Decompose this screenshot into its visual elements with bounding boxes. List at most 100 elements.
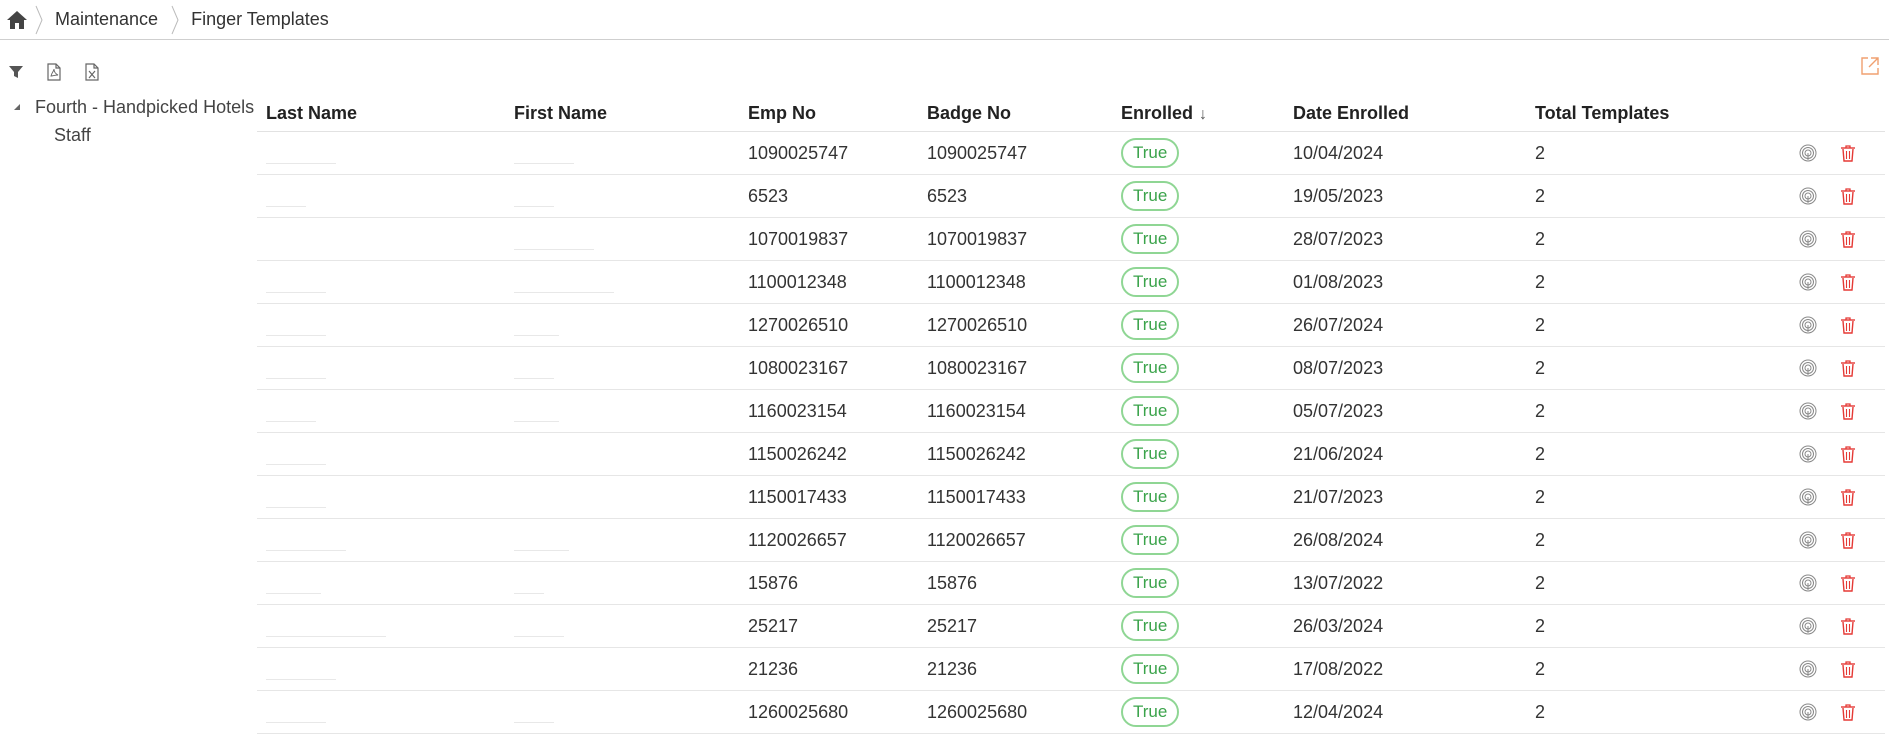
enrolled-badge: True — [1121, 310, 1180, 340]
cell-badge-no: 1120026657 — [927, 529, 1026, 550]
enrolled-badge: True — [1121, 181, 1180, 211]
table-row[interactable]: 1160023154 1160023154 True 05/07/2023 2 — [257, 390, 1885, 433]
tree-node-staff[interactable]: Staff — [0, 120, 254, 150]
delete-button[interactable] — [1838, 185, 1858, 207]
view-fingerprint-button[interactable] — [1798, 142, 1818, 164]
cell-date-enrolled: 05/07/2023 — [1293, 400, 1384, 421]
view-fingerprint-button[interactable] — [1798, 271, 1818, 293]
breadcrumb-separator — [170, 0, 180, 39]
delete-button[interactable] — [1838, 572, 1858, 594]
table-row[interactable]: 1150026242 1150026242 True 21/06/2024 2 — [257, 433, 1885, 476]
table-row[interactable]: 1150017433 1150017433 True 21/07/2023 2 — [257, 476, 1885, 519]
cell-badge-no: 1270026510 — [927, 314, 1028, 335]
cell-actions — [1788, 443, 1885, 465]
view-fingerprint-button[interactable] — [1798, 357, 1818, 379]
excel-export-icon — [85, 63, 99, 81]
cell-first-name — [505, 648, 739, 690]
delete-button[interactable] — [1838, 228, 1858, 250]
cell-actions — [1788, 228, 1885, 250]
view-fingerprint-button[interactable] — [1798, 486, 1818, 508]
delete-button[interactable] — [1838, 400, 1858, 422]
column-header-first-name[interactable]: First Name — [505, 103, 739, 124]
column-header-date-enrolled[interactable]: Date Enrolled — [1284, 103, 1526, 124]
breadcrumb-maintenance[interactable]: Maintenance — [44, 9, 170, 30]
cell-emp-no: 25217 — [748, 615, 799, 636]
popout-button[interactable] — [1860, 56, 1882, 78]
filter-button[interactable] — [6, 62, 26, 82]
cell-actions — [1788, 400, 1885, 422]
table-row[interactable]: 1120026657 1120026657 True 26/08/2024 2 — [257, 519, 1885, 562]
column-header-badge-no[interactable]: Badge No — [918, 103, 1112, 124]
cell-first-name — [505, 433, 739, 475]
column-header-enrolled[interactable]: Enrolled ↓ — [1112, 103, 1284, 124]
view-fingerprint-button[interactable] — [1798, 314, 1818, 336]
view-fingerprint-button[interactable] — [1798, 185, 1818, 207]
table-row[interactable]: 6523 6523 True 19/05/2023 2 — [257, 175, 1885, 218]
delete-button[interactable] — [1838, 357, 1858, 379]
export-pdf-button[interactable] — [44, 62, 64, 82]
tree-collapse-toggle[interactable] — [6, 103, 28, 111]
trash-icon — [1841, 274, 1855, 291]
view-fingerprint-button[interactable] — [1798, 443, 1818, 465]
cell-last-name — [257, 476, 505, 518]
finger-templates-grid: Last Name First Name Emp No Badge No Enr… — [257, 96, 1885, 752]
delete-button[interactable] — [1838, 486, 1858, 508]
delete-button[interactable] — [1838, 701, 1858, 723]
fingerprint-icon — [1799, 144, 1817, 162]
cell-last-name — [257, 304, 505, 346]
cell-date-enrolled: 08/07/2023 — [1293, 357, 1384, 378]
cell-first-name — [505, 304, 739, 346]
cell-date-enrolled: 21/06/2024 — [1293, 443, 1384, 464]
table-row[interactable]: 1260025680 1260025680 True 12/04/2024 2 — [257, 691, 1885, 734]
cell-emp-no: 15876 — [748, 572, 799, 593]
cell-actions — [1788, 615, 1885, 637]
tree-label-root[interactable]: Fourth - Handpicked Hotels — [35, 97, 254, 118]
table-row[interactable]: 1090025747 1090025747 True 10/04/2024 2 — [257, 132, 1885, 175]
delete-button[interactable] — [1838, 314, 1858, 336]
table-row[interactable]: 1070019837 1070019837 True 28/07/2023 2 — [257, 218, 1885, 261]
column-header-last-name[interactable]: Last Name — [257, 103, 505, 124]
cell-total-templates: 2 — [1535, 357, 1546, 378]
home-button[interactable] — [0, 0, 34, 39]
cell-date-enrolled: 26/07/2024 — [1293, 314, 1384, 335]
cell-first-name — [505, 261, 739, 303]
view-fingerprint-button[interactable] — [1798, 572, 1818, 594]
delete-button[interactable] — [1838, 658, 1858, 680]
table-row[interactable]: 15876 15876 True 13/07/2022 2 — [257, 562, 1885, 605]
delete-button[interactable] — [1838, 142, 1858, 164]
cell-last-name — [257, 261, 505, 303]
enrolled-badge: True — [1121, 697, 1180, 727]
table-row[interactable]: 1270026510 1270026510 True 26/07/2024 2 — [257, 304, 1885, 347]
export-excel-button[interactable] — [82, 62, 102, 82]
delete-button[interactable] — [1838, 615, 1858, 637]
cell-badge-no: 1150017433 — [927, 486, 1026, 507]
cell-date-enrolled: 10/04/2024 — [1293, 142, 1384, 163]
view-fingerprint-button[interactable] — [1798, 400, 1818, 422]
view-fingerprint-button[interactable] — [1798, 529, 1818, 551]
cell-emp-no: 1150026242 — [748, 443, 847, 464]
table-row[interactable]: 1080023167 1080023167 True 08/07/2023 2 — [257, 347, 1885, 390]
fingerprint-icon — [1799, 488, 1817, 506]
fingerprint-icon — [1799, 617, 1817, 635]
cell-last-name — [257, 347, 505, 389]
table-row[interactable]: 21236 21236 True 17/08/2022 2 — [257, 648, 1885, 691]
cell-actions — [1788, 572, 1885, 594]
delete-button[interactable] — [1838, 529, 1858, 551]
cell-badge-no: 25217 — [927, 615, 978, 636]
view-fingerprint-button[interactable] — [1798, 658, 1818, 680]
column-header-emp-no[interactable]: Emp No — [739, 103, 918, 124]
cell-actions — [1788, 271, 1885, 293]
trash-icon — [1841, 360, 1855, 377]
view-fingerprint-button[interactable] — [1798, 228, 1818, 250]
cell-emp-no: 1150017433 — [748, 486, 847, 507]
view-fingerprint-button[interactable] — [1798, 701, 1818, 723]
table-row[interactable]: 1100012348 1100012348 True 01/08/2023 2 — [257, 261, 1885, 304]
column-header-total-templates[interactable]: Total Templates — [1526, 103, 1788, 124]
delete-button[interactable] — [1838, 443, 1858, 465]
delete-button[interactable] — [1838, 271, 1858, 293]
view-fingerprint-button[interactable] — [1798, 615, 1818, 637]
enrolled-badge: True — [1121, 396, 1180, 426]
cell-last-name — [257, 648, 505, 690]
trash-icon — [1841, 145, 1855, 162]
table-row[interactable]: 25217 25217 True 26/03/2024 2 — [257, 605, 1885, 648]
